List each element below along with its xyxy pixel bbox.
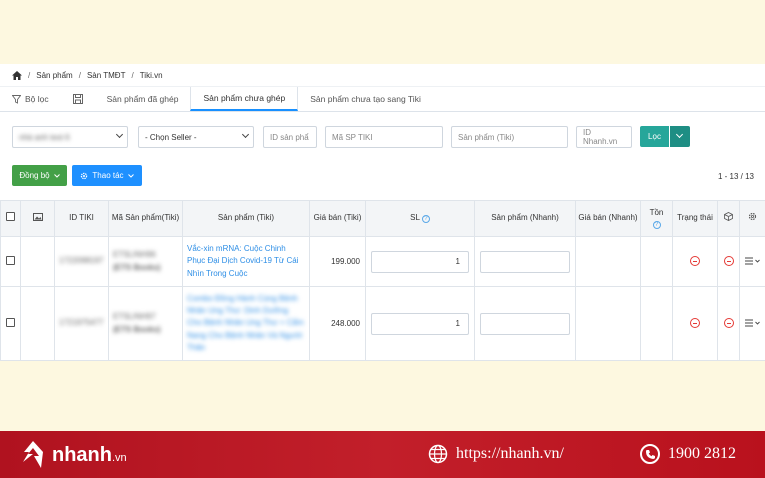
remove-icon[interactable] <box>723 317 734 328</box>
brand-footer: nhanh.vn https://nhanh.vn/ 1900 2812 <box>0 431 765 478</box>
row-menu[interactable] <box>739 286 765 361</box>
cell-product-tiki[interactable]: Vắc-xin mRNA: Cuộc Chinh Phục Đại Dịch C… <box>182 236 310 287</box>
home-icon[interactable] <box>12 70 22 80</box>
col-product-tiki: Sản phẩm (Tiki) <box>182 200 310 237</box>
nhanh-logo: nhanh.vn <box>20 440 127 470</box>
row-checkbox[interactable] <box>6 256 15 265</box>
status-inactive-icon <box>690 255 700 266</box>
cell-sku: ETSLINH97 <box>113 311 156 321</box>
col-id-tiki: ID TIKI <box>54 200 109 237</box>
cell-seller: (ETS Books) <box>113 262 161 272</box>
chevron-down-icon <box>115 130 124 139</box>
cell-price: 248.000 <box>309 286 366 361</box>
cell-sku: ETSLINH96 <box>113 249 156 259</box>
hotline[interactable]: 1900 2812 <box>640 444 736 464</box>
sku-tiki-input[interactable]: Mã SP TIKI <box>325 126 443 148</box>
image-icon <box>32 212 43 221</box>
select-all-checkbox[interactable] <box>6 212 15 222</box>
tab-unmatched-products[interactable]: Sản phẩm chưa ghép <box>190 87 299 111</box>
table-header: ID TIKI Mã Sản phẩm(Tiki) Sản phẩm (Tiki… <box>0 200 765 237</box>
row-checkbox[interactable] <box>6 318 15 327</box>
gear-icon[interactable] <box>748 212 757 221</box>
operations-button[interactable]: Thao tác <box>72 165 142 186</box>
sync-button[interactable]: Đồng bộ <box>12 165 67 186</box>
chevron-down-icon <box>241 130 250 139</box>
globe-icon <box>428 444 448 464</box>
cell-price: 199.000 <box>309 236 366 287</box>
breadcrumb-products[interactable]: Sản phẩm <box>36 71 72 80</box>
remove-icon[interactable] <box>723 255 734 266</box>
menu-icon <box>744 319 760 326</box>
breadcrumb-tiki[interactable]: Tiki.vn <box>140 71 163 80</box>
product-nhanh-input[interactable] <box>480 312 570 335</box>
tab-filter[interactable]: Bộ lọc <box>0 87 61 111</box>
cell-seller: (ETS Books) <box>113 324 161 334</box>
col-sku: Mã Sản phẩm(Tiki) <box>108 200 183 237</box>
tab-not-created-tiki[interactable]: Sản phẩm chưa tạo sang Tiki <box>298 87 433 111</box>
row-menu[interactable] <box>739 236 765 287</box>
cell-id-tiki: 1721975477 <box>59 318 104 328</box>
menu-icon <box>744 257 760 264</box>
product-tiki-input[interactable]: Sản phẩm (Tiki) <box>451 126 568 148</box>
id-product-input[interactable]: ID sản phẩ <box>263 126 317 148</box>
tab-matched-products[interactable]: Sản phẩm đã ghép <box>95 87 191 111</box>
gear-icon <box>81 172 88 179</box>
chevron-down-icon <box>53 173 60 178</box>
products-table: ID TIKI Mã Sản phẩm(Tiki) Sản phẩm (Tiki… <box>0 200 765 361</box>
qty-input[interactable]: 1 <box>371 250 469 273</box>
help-icon[interactable]: ? <box>421 215 430 224</box>
product-nhanh-input[interactable] <box>480 250 570 273</box>
breadcrumb: / Sản phẩm / Sàn TMĐT / Tiki.vn <box>0 64 765 86</box>
tab-save[interactable] <box>61 87 95 111</box>
table-row: 1721975477 ETSLINH97 (ETS Books) Combo Đồ… <box>0 286 765 361</box>
filter-dropdown-button[interactable] <box>670 126 690 147</box>
filter-icon <box>12 94 21 104</box>
status-inactive-icon <box>690 317 700 328</box>
chevron-down-icon <box>675 130 684 139</box>
filter-bar: nhà anh test 6 - Chọn Seller - ID sản ph… <box>0 112 765 150</box>
col-product-nhanh: Sản phẩm (Nhanh) <box>474 200 576 237</box>
cell-product-tiki[interactable]: Combo Đồng Hành Cùng Bệnh Nhân Ung Thư: … <box>187 294 304 353</box>
col-qty: SL ? <box>365 200 475 237</box>
box-icon <box>724 212 733 222</box>
qty-input[interactable]: 1 <box>371 312 469 335</box>
filter-button[interactable]: Lọc <box>640 126 669 147</box>
col-price: Giá bán (Tiki) <box>309 200 366 237</box>
tab-bar: Bộ lọc Sản phẩm đã ghép Sản phẩm chưa gh… <box>0 86 765 112</box>
help-icon[interactable]: ? <box>652 220 661 229</box>
app-window: / Sản phẩm / Sàn TMĐT / Tiki.vn Bộ lọc S… <box>0 64 765 361</box>
phone-icon <box>640 444 660 464</box>
nhanh-logo-icon <box>23 441 43 468</box>
breadcrumb-ecommerce[interactable]: Sàn TMĐT <box>87 71 126 80</box>
pagination-info: 1 - 13 / 13 <box>717 172 754 181</box>
chevron-down-icon <box>127 173 134 178</box>
save-icon <box>72 94 83 104</box>
website-link[interactable]: https://nhanh.vn/ <box>428 444 564 464</box>
col-status: Trạng thái <box>672 200 718 237</box>
col-stock: Tồn? <box>640 200 673 237</box>
id-nhanh-input[interactable]: ID Nhanh.vn <box>576 126 632 148</box>
col-price-nhanh: Giá bán (Nhanh) <box>575 200 641 237</box>
seller-select[interactable]: - Chọn Seller - <box>138 126 254 148</box>
cell-id-tiki: 1722098197 <box>59 256 104 266</box>
table-row: 1722098197 ETSLINH96 (ETS Books) Vắc-xin … <box>0 236 765 287</box>
shop-select[interactable]: nhà anh test 6 <box>12 126 128 148</box>
